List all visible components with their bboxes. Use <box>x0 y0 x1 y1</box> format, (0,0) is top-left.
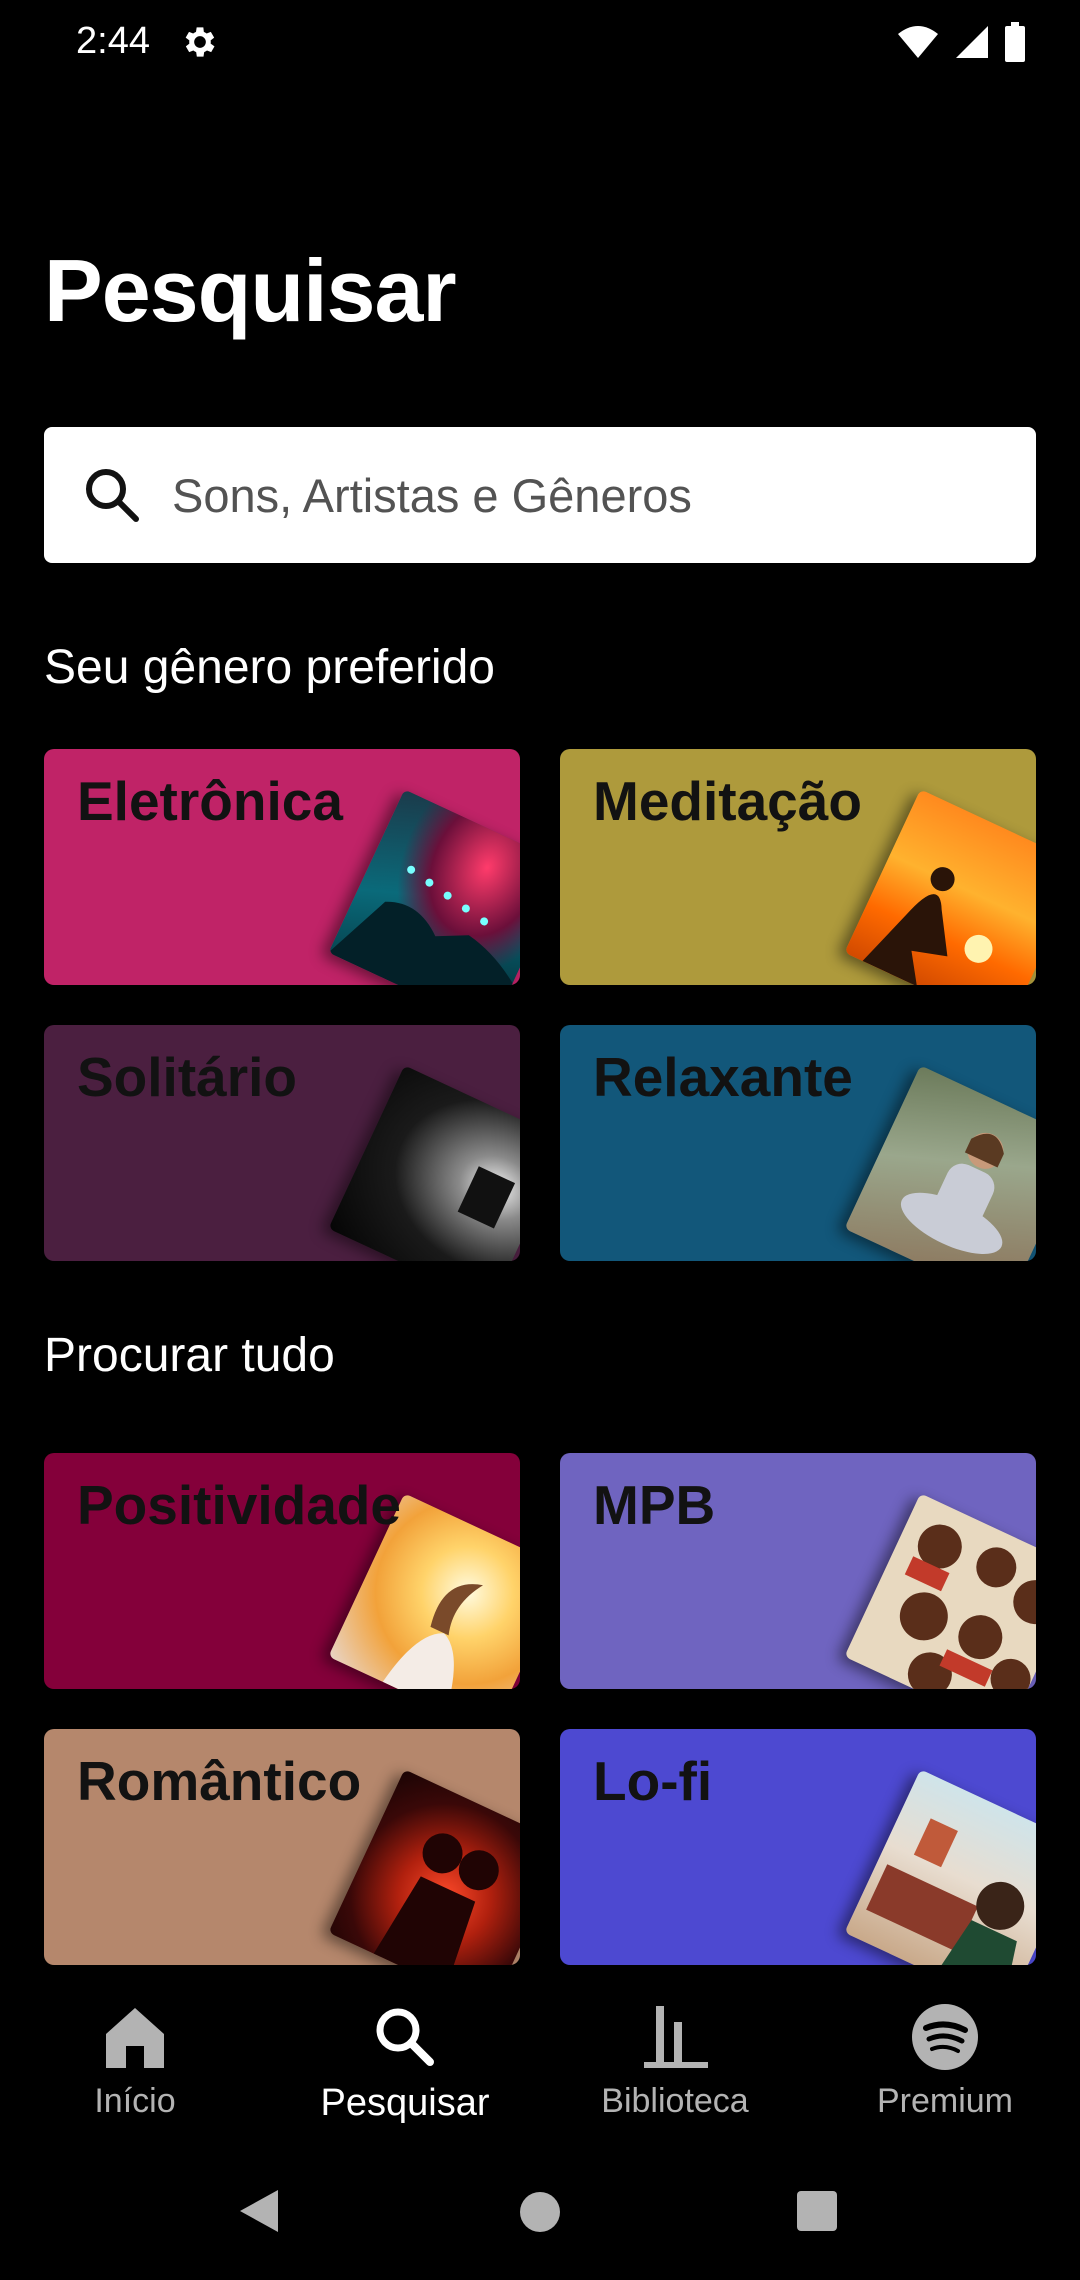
genre-card-label: Positividade <box>77 1474 401 1536</box>
nav-label: Premium <box>876 2082 1014 2120</box>
back-icon[interactable] <box>236 2186 282 2236</box>
search-input[interactable]: Sons, Artistas e Gêneros <box>44 427 1036 563</box>
genre-card-label: Solitário <box>77 1046 298 1108</box>
bottom-navigation: Início Pesquisar Biblioteca Premium <box>0 1980 1080 2150</box>
nav-item-premium[interactable]: Premium <box>810 2000 1080 2121</box>
nav-label: Início <box>94 2082 176 2120</box>
nav-item-inicio[interactable]: Início <box>0 2000 270 2121</box>
status-indicators <box>896 22 1026 62</box>
system-navigation-bar <box>0 2160 1080 2280</box>
home-circle-icon[interactable] <box>518 2190 562 2234</box>
genre-card-artwork <box>844 1493 1036 1689</box>
status-bar: 2:44 <box>0 0 1080 90</box>
genre-card-label: Lo-fi <box>593 1750 713 1812</box>
genre-card-label: Eletrônica <box>77 770 343 832</box>
genre-card-relaxante[interactable]: Relaxante <box>560 1025 1036 1261</box>
section-heading-preferred: Seu gênero preferido <box>44 641 495 694</box>
genre-card-meditacao[interactable]: Meditação <box>560 749 1036 985</box>
section-heading-browse: Procurar tudo <box>44 1329 335 1382</box>
genre-card-mpb[interactable]: MPB <box>560 1453 1036 1689</box>
genre-card-artwork <box>844 789 1036 985</box>
search-placeholder: Sons, Artistas e Gêneros <box>172 468 692 522</box>
home-icon <box>106 2008 164 2068</box>
status-time: 2:44 <box>76 20 150 62</box>
genre-card-artwork <box>844 1065 1036 1261</box>
genre-card-artwork <box>328 789 520 985</box>
genre-card-positividade[interactable]: Positividade <box>44 1453 520 1689</box>
nav-label: Pesquisar <box>320 2082 490 2124</box>
wifi-icon <box>898 26 938 58</box>
genre-card-label: Romântico <box>77 1750 362 1812</box>
genre-card-lofi[interactable]: Lo-fi <box>560 1729 1036 1965</box>
genre-card-solitario[interactable]: Solitário <box>44 1025 520 1261</box>
nav-item-pesquisar[interactable]: Pesquisar <box>270 2000 540 2125</box>
battery-icon <box>1005 22 1025 62</box>
recents-icon[interactable] <box>796 2190 838 2232</box>
phone-screen: 2:44 Pesquisar Sons, Artistas e Gêneros … <box>0 0 1080 2280</box>
settings-gear-icon <box>185 27 215 57</box>
genre-card-label: Meditação <box>593 770 862 832</box>
page-title: Pesquisar <box>44 241 457 340</box>
genre-card-romantico[interactable]: Romântico <box>44 1729 520 1965</box>
spotify-icon <box>912 2004 978 2070</box>
nav-item-biblioteca[interactable]: Biblioteca <box>540 2000 810 2121</box>
cellular-signal-icon <box>956 26 988 58</box>
genre-card-artwork <box>328 1065 520 1261</box>
search-icon <box>86 469 139 522</box>
genre-card-label: Relaxante <box>593 1046 853 1108</box>
search-icon <box>376 2008 434 2066</box>
nav-label: Biblioteca <box>601 2082 749 2120</box>
library-icon <box>644 2006 708 2068</box>
genre-card-label: MPB <box>593 1474 716 1536</box>
genre-card-artwork <box>844 1769 1036 1965</box>
genre-card-eletronica[interactable]: Eletrônica <box>44 749 520 985</box>
